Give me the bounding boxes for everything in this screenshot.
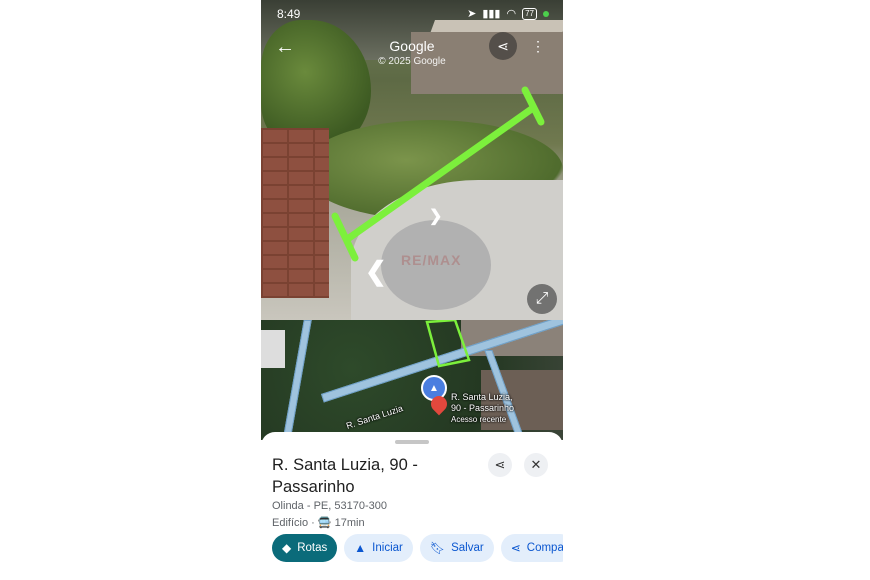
close-button[interactable]: ✕ [524,453,548,477]
move-forward-arrow-icon[interactable]: ❯ [429,206,442,226]
save-button[interactable]: 🔖︎ Salvar [419,534,494,562]
place-address: Olinda - PE, 53170-300 [272,500,387,512]
place-meta: Edifício · 🚍 17min [272,517,365,529]
close-icon: ✕ [530,457,542,472]
move-back-arrow-icon[interactable]: ❮ [365,256,387,287]
signal-icon: ▮▮▮ [482,8,501,20]
action-chips: ◆ Rotas ▲ Iniciar 🔖︎ Salvar ⋖ Compa [272,534,563,562]
clock: 8:49 [277,7,301,21]
more-options-button[interactable]: ⋮ [524,32,552,60]
satellite-map[interactable]: R. Santa Luzia ▲ R. Santa Luzia, 90 - Pa… [261,320,563,440]
transit-time: 17min [334,517,365,529]
copyright: © 2025 Google [378,56,446,67]
pin-label: R. Santa Luzia, 90 - Passarinho Acesso r… [451,392,515,424]
share-button[interactable]: ⋖ [489,32,517,60]
expand-icon: ⤢ [535,290,549,307]
street-view-panorama[interactable]: RE/MAX ❮ ❯ 8:49 ➤ ▮▮▮ ◠ 77 ← Google © 20… [261,0,563,320]
start-button[interactable]: ▲ Iniciar [344,534,413,562]
location-icon: ➤ [467,8,477,20]
share-icon: ⋖ [497,37,509,54]
expand-button[interactable]: ⤢ [527,284,557,314]
directions-button[interactable]: ◆ Rotas [272,534,338,562]
place-type: Edifício [272,517,309,529]
transit-icon: 🚍 [317,517,332,529]
battery-icon: 77 [522,7,537,20]
navigation-arrow-icon: ▲ [354,541,367,555]
bookmark-icon: 🔖︎ [429,541,446,555]
status-bar: 8:49 ➤ ▮▮▮ ◠ 77 [261,0,563,26]
wifi-icon: ◠ [506,8,517,20]
more-vert-icon: ⋮ [531,37,545,54]
drag-handle[interactable] [395,440,429,444]
share-place-button[interactable]: ⋖ [488,453,512,477]
share-icon: ⋖ [494,457,506,472]
share-action-button[interactable]: ⋖ Compa [500,534,563,562]
place-bottom-sheet: R. Santa Luzia, 90 - Passarinho ⋖ ✕ Olin… [261,432,563,580]
lot-outline [425,320,471,368]
street-view-title: Google [389,38,435,54]
share-icon: ⋖ [510,541,521,555]
street-view-header: ← Google © 2025 Google ⋖ ⋮ [261,32,563,72]
place-title: R. Santa Luzia, 90 - Passarinho [272,456,418,496]
directions-icon: ◆ [282,541,292,555]
phone-screen: RE/MAX ❮ ❯ 8:49 ➤ ▮▮▮ ◠ 77 ← Google © 20… [261,0,563,580]
privacy-dot-icon [543,10,549,17]
